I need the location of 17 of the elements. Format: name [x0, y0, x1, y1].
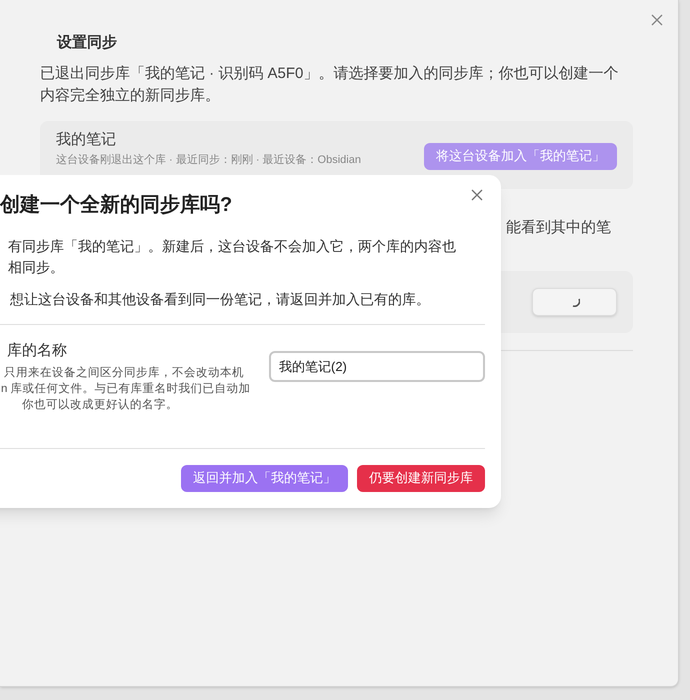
- intro-text: 已退出同步库「我的笔记 · 识别码 A5F0」。请选择要加入的同步库；你也可以创建一个内容完全独立的新同步库。: [40, 64, 620, 106]
- vault-name: 我的笔记: [56, 130, 117, 150]
- field-label: 库的名称: [6, 341, 68, 361]
- return-join-button[interactable]: 返回并加入「我的笔记」: [181, 464, 348, 492]
- close-icon: [651, 14, 663, 26]
- field-help: 只用来在设备之间区分同步库，不会改动本机 n 库或任何文件。与已有库重名时我们已自动加 你也可以改成更好认的名字。: [0, 365, 251, 412]
- create-vault-button[interactable]: 仍要创建新同步库: [357, 464, 485, 492]
- vault-meta: 这台设备刚退出这个库 · 最近同步：刚刚 · 最近设备：Obsidian: [56, 152, 361, 168]
- panel-title: 设置同步: [56, 33, 118, 53]
- close-button[interactable]: [649, 12, 665, 28]
- vault-name-field[interactable]: 我的笔记(2): [269, 351, 485, 382]
- close-button[interactable]: [469, 187, 485, 203]
- dialog-paragraph: 想让这台设备和其他设备看到同一份笔记，请返回并加入已有的库。: [9, 290, 431, 309]
- close-icon: [471, 189, 483, 201]
- join-vault-button[interactable]: 将这台设备加入「我的笔记」: [424, 142, 617, 170]
- dialog-paragraph: 有同步库「我的笔记」。新建后，这台设备不会加入它，两个库的内容也 相同步。: [7, 237, 457, 277]
- partial-text: 能看到其中的笔: [506, 218, 611, 238]
